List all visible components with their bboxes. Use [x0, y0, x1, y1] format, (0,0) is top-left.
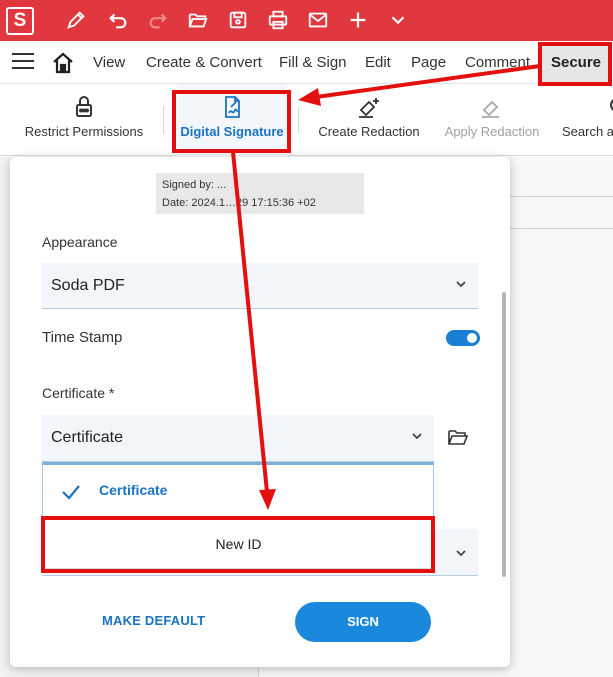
- save-icon[interactable]: [226, 8, 250, 32]
- signed-by-text: Signed by: ...: [162, 179, 227, 191]
- open-folder-icon[interactable]: [186, 8, 210, 32]
- plus-icon[interactable]: [346, 8, 370, 32]
- home-icon[interactable]: [51, 51, 75, 75]
- certificate-dropdown: Certificate: [42, 462, 434, 518]
- menu-view[interactable]: View: [93, 41, 125, 84]
- check-icon: [62, 485, 80, 500]
- chevron-down-icon: [456, 281, 466, 288]
- restrict-permissions-button[interactable]: Restrict Permissions: [18, 84, 150, 156]
- certificate-label: Certificate *: [42, 385, 115, 401]
- signature-preview: Signed by: ... Date: 2024.1…29 17:15:36 …: [156, 173, 364, 214]
- signature-date-text: Date: 2024.1…29 17:15:36 +02: [162, 197, 316, 209]
- menu-page[interactable]: Page: [411, 41, 446, 84]
- search-label: Search a: [562, 124, 613, 139]
- certificate-value: Certificate: [51, 429, 124, 446]
- divider: [510, 228, 613, 229]
- menu-bar: View Create & Convert Fill & Sign Edit P…: [0, 41, 613, 84]
- appearance-value: Soda PDF: [51, 277, 125, 294]
- certificate-select[interactable]: Certificate: [42, 415, 434, 462]
- create-redaction-label: Create Redaction: [318, 124, 420, 139]
- pen-icon[interactable]: [64, 8, 88, 32]
- print-icon[interactable]: [266, 8, 290, 32]
- menu-create-convert[interactable]: Create & Convert: [146, 41, 262, 84]
- ribbon-divider: [163, 106, 164, 134]
- open-folder-icon[interactable]: [447, 427, 469, 447]
- ribbon-toolbar: Restrict Permissions Digital Signature C…: [0, 84, 613, 156]
- menu-edit[interactable]: Edit: [365, 41, 391, 84]
- redo-icon[interactable]: [146, 8, 170, 32]
- dropdown-option-certificate[interactable]: Certificate: [99, 482, 167, 498]
- highlight-secure: [538, 42, 612, 86]
- digital-signature-panel: Signed by: ... Date: 2024.1…29 17:15:36 …: [10, 157, 510, 667]
- timestamp-label: Time Stamp: [42, 329, 123, 346]
- app-logo: S: [6, 7, 34, 35]
- eraser-add-icon: [359, 98, 379, 118]
- chevron-down-icon: [412, 433, 422, 440]
- chevron-down-icon: [456, 550, 466, 557]
- toggle-knob: [467, 333, 477, 343]
- title-bar: S: [0, 0, 613, 41]
- make-default-button[interactable]: MAKE DEFAULT: [102, 613, 205, 628]
- scrollbar[interactable]: [502, 292, 506, 577]
- chevron-down-icon[interactable]: [386, 8, 410, 32]
- apply-redaction-label: Apply Redaction: [444, 124, 540, 139]
- undo-icon[interactable]: [106, 8, 130, 32]
- appearance-select[interactable]: Soda PDF: [42, 263, 478, 309]
- menu-fill-sign[interactable]: Fill & Sign: [279, 41, 347, 84]
- timestamp-toggle[interactable]: [446, 330, 480, 346]
- highlight-digital-signature: [172, 90, 291, 153]
- ribbon-divider: [298, 106, 299, 134]
- mail-icon[interactable]: [306, 8, 330, 32]
- search-icon: [610, 99, 613, 111]
- menu-comment[interactable]: Comment: [465, 41, 530, 84]
- lock-icon: [76, 96, 92, 117]
- search-button[interactable]: Search a: [560, 84, 613, 156]
- create-redaction-button[interactable]: Create Redaction: [312, 84, 426, 156]
- restrict-permissions-label: Restrict Permissions: [24, 124, 144, 139]
- hamburger-menu-icon[interactable]: [12, 53, 34, 71]
- apply-redaction-button[interactable]: Apply Redaction: [440, 84, 544, 156]
- appearance-label: Appearance: [42, 234, 118, 250]
- highlight-new-id: [41, 516, 435, 573]
- eraser-icon: [482, 100, 499, 118]
- sign-button[interactable]: SIGN: [295, 602, 431, 642]
